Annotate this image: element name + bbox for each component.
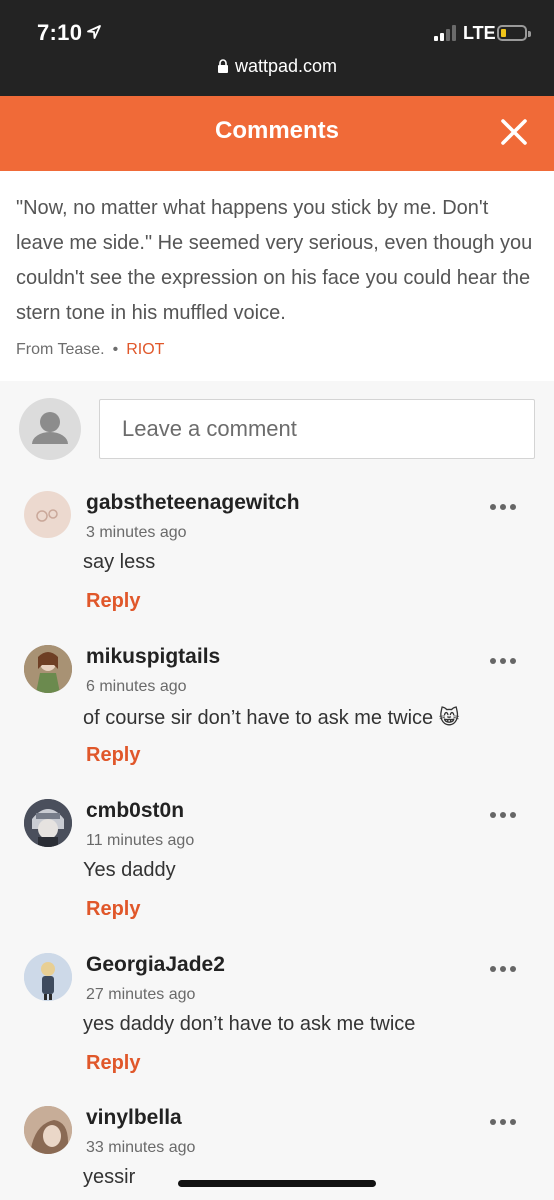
close-icon[interactable] [499, 117, 529, 147]
lock-icon [217, 59, 228, 73]
comment-text: of course sir don’t have to ask me twice… [83, 707, 460, 729]
comment-time: 33 minutes ago [86, 1139, 196, 1156]
more-dots-icon[interactable] [490, 1119, 518, 1127]
story-link[interactable]: RIOT [126, 341, 164, 358]
quoted-paragraph: "Now, no matter what happens you stick b… [0, 171, 554, 381]
signal-strength-icon [434, 25, 460, 41]
comment-item: mikuspigtails 6 minutes ago of course si… [0, 645, 554, 795]
avatar[interactable] [24, 645, 72, 693]
url-bar[interactable]: wattpad.com [0, 56, 554, 77]
source-label: From Tease. [16, 341, 105, 358]
comment-time: 11 minutes ago [86, 832, 195, 849]
quote-source: From Tease. • RIOT [16, 341, 538, 359]
comments-header: Comments [0, 96, 554, 171]
comment-item: gabstheteenagewitch 3 minutes ago say le… [0, 491, 554, 641]
comment-username[interactable]: mikuspigtails [86, 645, 220, 669]
location-arrow-icon [87, 25, 101, 39]
comment-time: 3 minutes ago [86, 524, 187, 541]
battery-icon [497, 25, 531, 41]
avatar[interactable] [24, 799, 72, 847]
comment-time: 6 minutes ago [86, 678, 187, 695]
comment-item: GeorgiaJade2 27 minutes ago yes daddy do… [0, 953, 554, 1103]
more-dots-icon[interactable] [490, 658, 518, 666]
source-separator: • [112, 341, 119, 358]
comment-item: cmb0st0n 11 minutes ago Yes daddy Reply [0, 799, 554, 949]
comment-username[interactable]: GeorgiaJade2 [86, 953, 225, 977]
comment-text: yessir [83, 1166, 136, 1188]
avatar[interactable] [24, 1106, 72, 1154]
reply-button[interactable]: Reply [86, 744, 140, 767]
header-title: Comments [214, 117, 340, 144]
status-time: 7:10 [37, 20, 83, 45]
person-icon [32, 412, 68, 444]
avatar[interactable] [24, 953, 72, 1001]
url-text: wattpad.com [234, 56, 338, 76]
network-label: LTE [463, 23, 496, 43]
current-user-avatar [19, 398, 81, 460]
comment-text: say less [83, 551, 156, 573]
comment-text: Yes daddy [83, 859, 176, 881]
more-dots-icon[interactable] [490, 812, 518, 820]
reply-button[interactable]: Reply [86, 590, 140, 613]
more-dots-icon[interactable] [490, 504, 518, 512]
reply-button[interactable]: Reply [86, 1052, 140, 1075]
comment-username[interactable]: gabstheteenagewitch [86, 491, 300, 515]
comment-text: yes daddy don’t have to ask me twice [83, 1013, 416, 1035]
avatar[interactable] [24, 491, 71, 538]
more-dots-icon[interactable] [490, 966, 518, 974]
home-indicator[interactable] [178, 1180, 376, 1187]
quote-text: "Now, no matter what happens you stick b… [16, 197, 533, 324]
status-bar: 7:10 LTE wattpad.com [0, 0, 554, 96]
comment-username[interactable]: cmb0st0n [86, 799, 184, 823]
comment-time: 27 minutes ago [86, 986, 196, 1003]
comment-username[interactable]: vinylbella [86, 1106, 182, 1130]
comment-input[interactable] [99, 399, 535, 459]
reply-button[interactable]: Reply [86, 898, 140, 921]
